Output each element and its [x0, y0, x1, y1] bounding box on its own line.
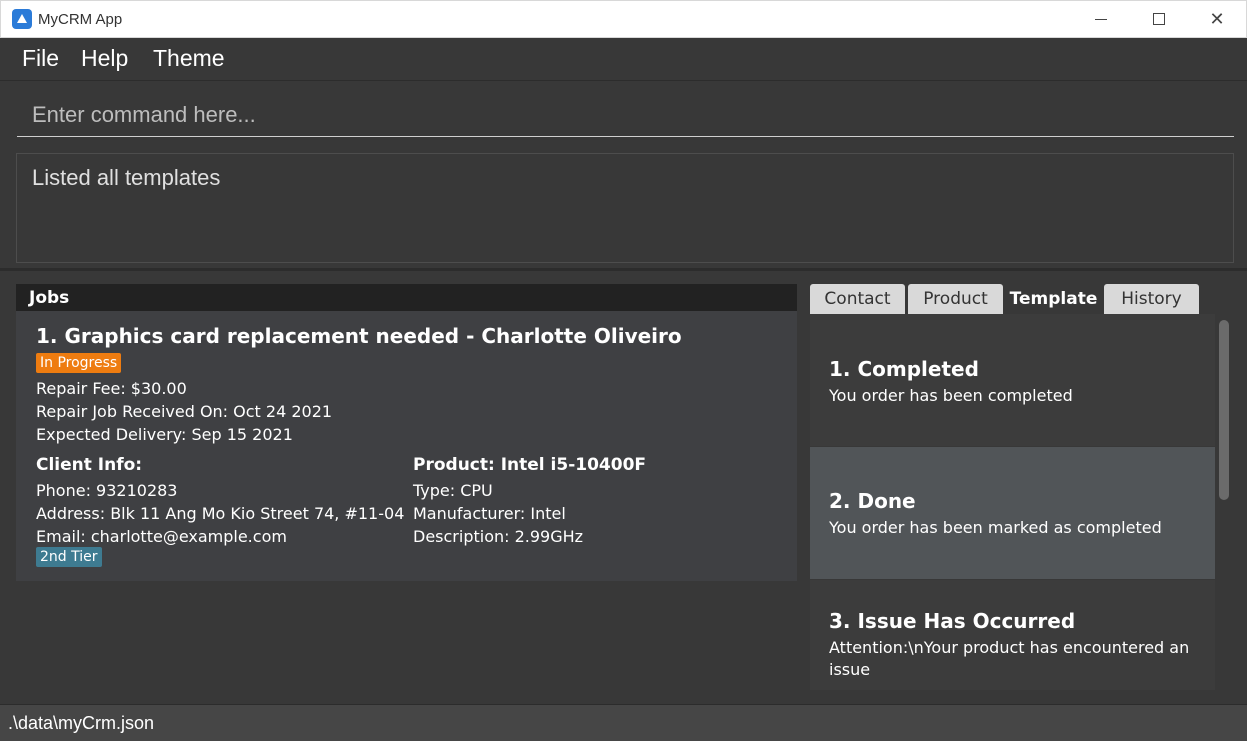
menu-file[interactable]: File [22, 45, 59, 72]
maximize-icon [1153, 13, 1165, 25]
status-bar: .\data\myCrm.json [0, 704, 1247, 741]
template-item[interactable]: 3. Issue Has Occurred Attention:\nYour p… [810, 580, 1215, 690]
client-email: Email: charlotte@example.com [36, 527, 287, 546]
side-tabs: Contact Product Template History [810, 284, 1230, 314]
tab-history[interactable]: History [1104, 284, 1199, 314]
job-received-on: Repair Job Received On: Oct 24 2021 [36, 402, 333, 421]
client-phone: Phone: 93210283 [36, 481, 178, 500]
job-expected-delivery: Expected Delivery: Sep 15 2021 [36, 425, 293, 444]
window-title: MyCRM App [38, 11, 123, 28]
client-address: Address: Blk 11 Ang Mo Kio Street 74, #1… [36, 504, 405, 523]
client-info-heading: Client Info: [36, 455, 143, 475]
job-status-badge: In Progress [36, 353, 122, 373]
template-body: You order has been marked as completed [829, 518, 1162, 537]
result-message: Listed all templates [32, 165, 221, 190]
maximize-button[interactable] [1130, 1, 1188, 39]
template-list: 1. Completed You order has been complete… [810, 314, 1230, 690]
jobs-header: Jobs [16, 284, 797, 311]
menu-help[interactable]: Help [81, 45, 128, 72]
product-heading: Product: Intel i5-10400F [413, 455, 647, 475]
jobs-list-empty-area [16, 581, 797, 704]
section-divider [0, 268, 1247, 271]
template-body: Attention:\nYour product has encountered… [829, 638, 1190, 679]
jobs-header-label: Jobs [29, 288, 70, 308]
template-title: 1. Completed [829, 357, 979, 381]
minimize-button[interactable] [1072, 1, 1130, 39]
data-file-path: .\data\myCrm.json [8, 713, 155, 733]
template-title: 3. Issue Has Occurred [829, 609, 1076, 633]
template-body: You order has been completed [829, 386, 1073, 405]
template-scrollbar-thumb[interactable] [1219, 320, 1229, 500]
product-manufacturer: Manufacturer: Intel [413, 504, 566, 523]
template-scrollbar[interactable] [1216, 314, 1232, 690]
menu-bar: File Help Theme [0, 38, 1247, 81]
template-item[interactable]: 2. Done You order has been marked as com… [810, 447, 1215, 579]
jobs-panel: Jobs 1. Graphics card replacement needed… [16, 284, 797, 704]
minimize-icon [1095, 19, 1107, 20]
template-title: 2. Done [829, 489, 916, 513]
command-input[interactable] [17, 94, 1234, 137]
job-repair-fee: Repair Fee: $30.00 [36, 379, 187, 398]
close-button[interactable]: ✕ [1188, 1, 1246, 39]
product-type: Type: CPU [413, 481, 493, 500]
tab-template[interactable]: Template [1005, 284, 1102, 314]
command-box [0, 82, 1247, 148]
tab-product[interactable]: Product [908, 284, 1003, 314]
menu-theme[interactable]: Theme [153, 45, 225, 72]
result-display: Listed all templates [16, 153, 1234, 263]
product-description: Description: 2.99GHz [413, 527, 584, 546]
client-tier-badge: 2nd Tier [36, 547, 102, 567]
mycrm-logo-icon [12, 9, 32, 29]
window-title-bar: MyCRM App ✕ [0, 0, 1247, 38]
close-icon: ✕ [1209, 9, 1225, 30]
template-item[interactable]: 1. Completed You order has been complete… [810, 314, 1215, 446]
job-card[interactable]: 1. Graphics card replacement needed - Ch… [16, 311, 797, 581]
job-title: 1. Graphics card replacement needed - Ch… [36, 324, 682, 348]
tab-contact[interactable]: Contact [810, 284, 905, 314]
